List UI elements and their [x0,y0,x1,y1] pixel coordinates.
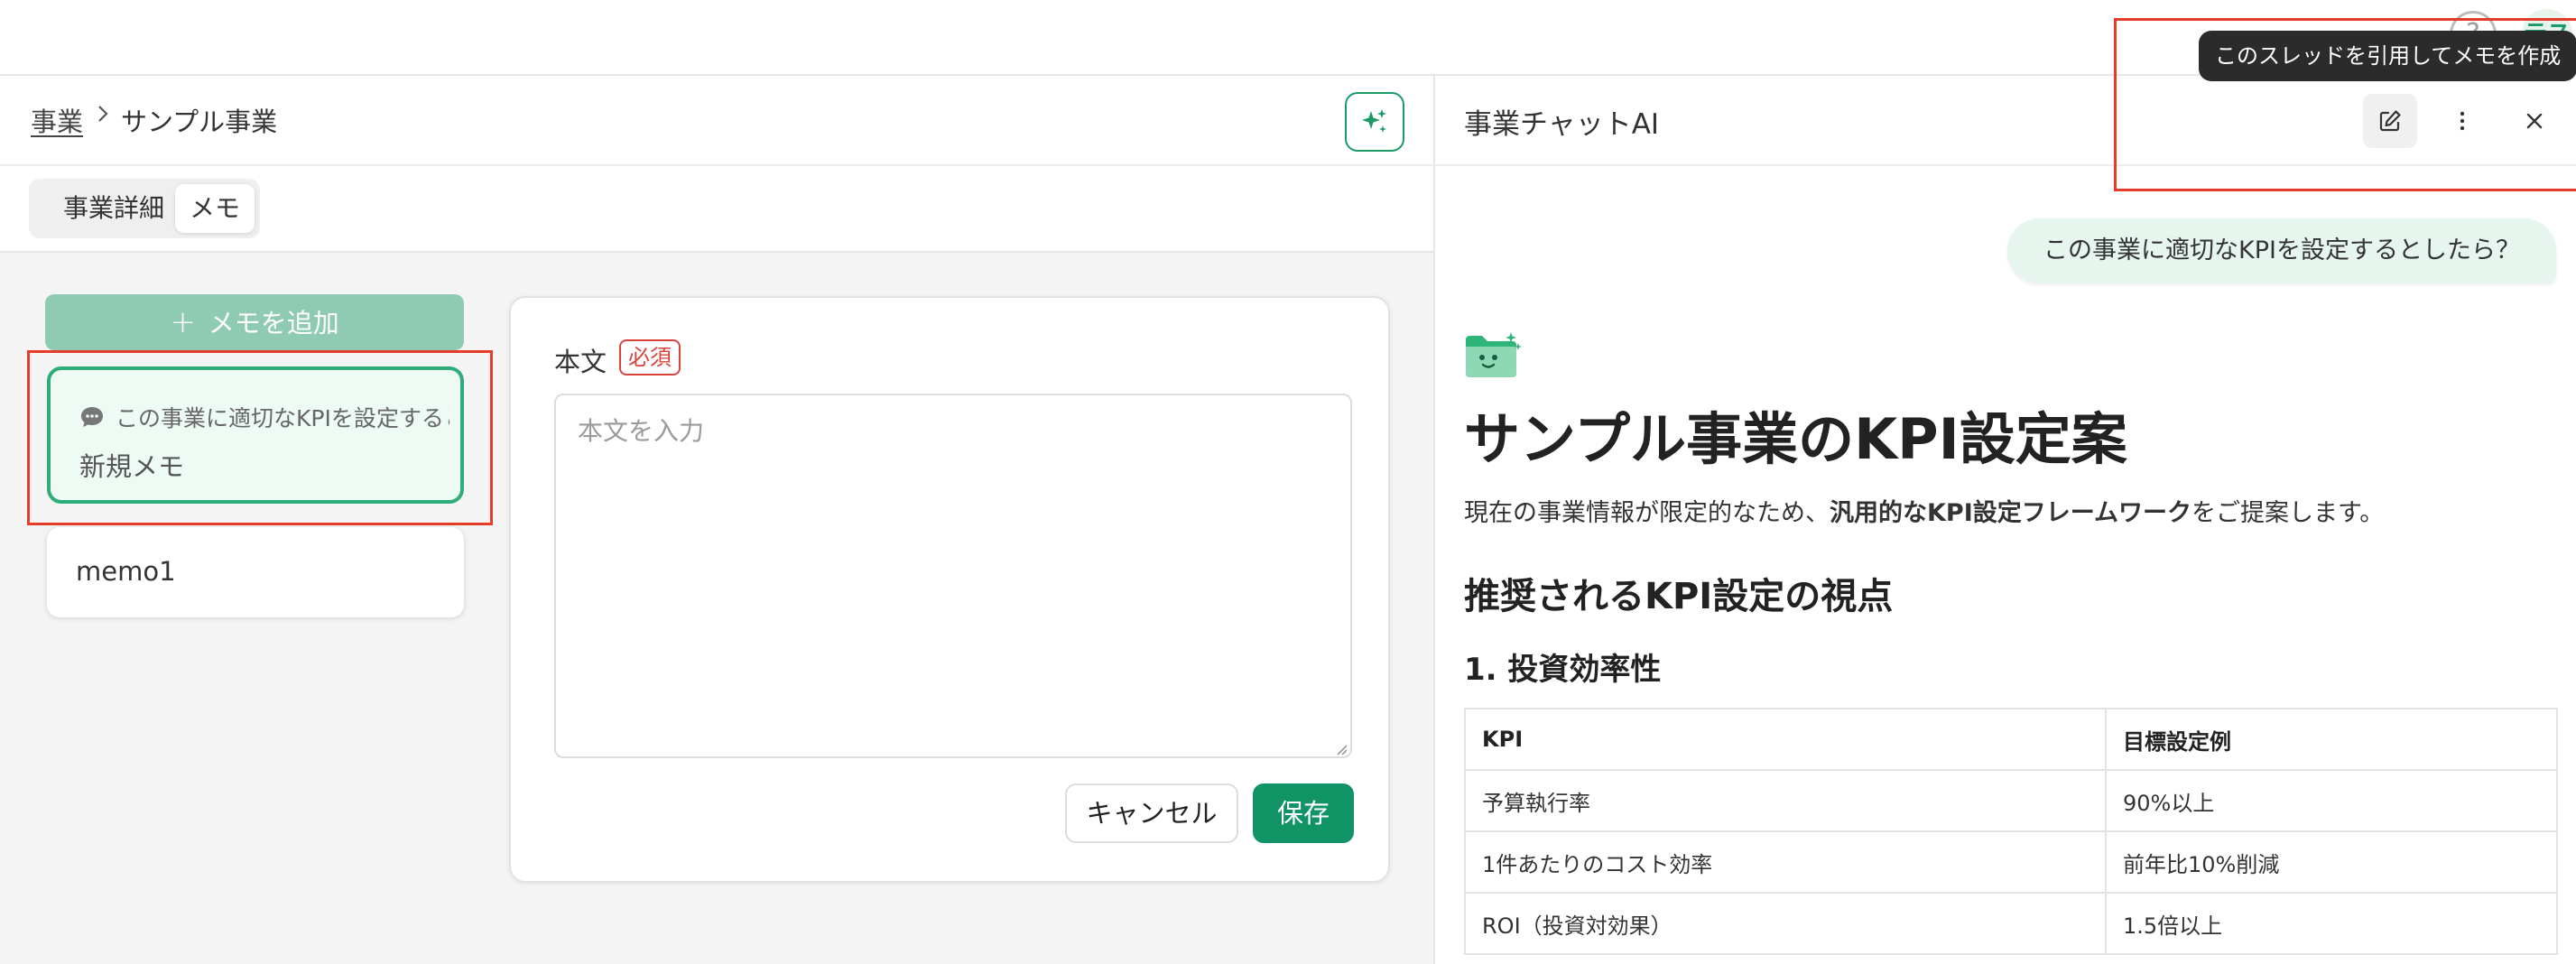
save-button[interactable]: 保存 [1253,783,1354,843]
response-heading: サンプル事業のKPI設定案 [1464,406,2127,472]
required-badge: 必須 [619,339,681,375]
breadcrumb: 事業 サンプル事業 [0,76,1433,166]
memo-editor: 本文 必須 キャンセル 保存 [509,296,1390,883]
chat-title: 事業チャットAI [1464,108,1660,141]
breadcrumb-current: サンプル事業 [121,107,278,137]
edit-icon [2379,110,2401,132]
sparkle-icon [1362,109,1386,133]
kpi-table: KPI 目標設定例 予算執行率 90%以上 1件あたりのコスト効率 前年比10%… [1464,708,2558,955]
user-message: この事業に適切なKPIを設定するとしたら？ [2007,218,2556,283]
tab-bar: 事業詳細 メモ [0,166,1433,253]
plus-icon: + [170,304,196,340]
breadcrumb-link-business[interactable]: 事業 [31,101,83,139]
ai-chat-button[interactable] [1345,92,1404,152]
resize-handle-icon[interactable] [1332,740,1348,756]
table-row: ROI（投資対効果） 1.5倍以上 [1464,892,2558,955]
chat-panel: 事業チャットAI この事業に適切なKPIを設定するとしたら？ サンプル事業のKP… [1435,74,2576,964]
table-row: 予算執行率 90%以上 [1464,769,2558,832]
chevron-right-icon [98,106,108,122]
table-header-row: KPI 目標設定例 [1464,708,2558,771]
more-vertical-icon [2460,111,2465,131]
table-cell: 予算執行率 [1464,769,2107,832]
table-header-cell: KPI [1464,708,2107,771]
cancel-button[interactable]: キャンセル [1065,783,1238,843]
table-row: 1件あたりのコスト効率 前年比10%削減 [1464,830,2558,894]
create-memo-button[interactable] [2363,94,2417,148]
response-section-heading: 推奨されるKPI設定の視点 [1464,576,1894,617]
add-memo-button[interactable]: + メモを追加 [45,294,464,350]
tab-group: 事業詳細 メモ [29,179,260,238]
top-bar: ? テス [0,0,2576,74]
table-cell: 90%以上 [2105,769,2558,832]
response-intro-bold: 汎用的なKPI設定フレームワーク [1830,499,2191,527]
close-icon [2526,113,2543,129]
tooltip: このスレッドを引用してメモを作成 [2199,31,2576,81]
table-cell: ROI（投資対効果） [1464,892,2107,955]
table-header-cell: 目標設定例 [2105,708,2558,771]
response-subsection-heading: 1. 投資効率性 [1464,652,1662,688]
tab-business-detail[interactable]: 事業詳細 [34,184,193,233]
more-options-button[interactable] [2435,94,2489,148]
body-label: 本文 [554,347,607,377]
response-intro: 現在の事業情報が限定的なため、汎用的なKPI設定フレームワークをご提案します。 [1464,499,2385,527]
add-memo-label: メモを追加 [208,308,339,338]
ai-folder-icon [1466,332,1522,377]
memo-list-item[interactable]: memo1 [47,527,464,617]
body-textarea[interactable] [554,394,1352,758]
memo-title: memo1 [76,556,176,587]
table-cell: 1.5倍以上 [2105,892,2558,955]
close-button[interactable] [2507,94,2562,148]
tab-memo[interactable]: メモ [175,184,255,233]
business-page: 事業 サンプル事業 事業詳細 メモ + メモを追加 この事業に適切なKPIを設定す… [0,74,1435,964]
table-cell: 1件あたりのコスト効率 [1464,830,2107,894]
chat-header: 事業チャットAI [1435,76,2576,166]
table-cell: 前年比10%削減 [2105,830,2558,894]
highlight-box [27,350,493,525]
